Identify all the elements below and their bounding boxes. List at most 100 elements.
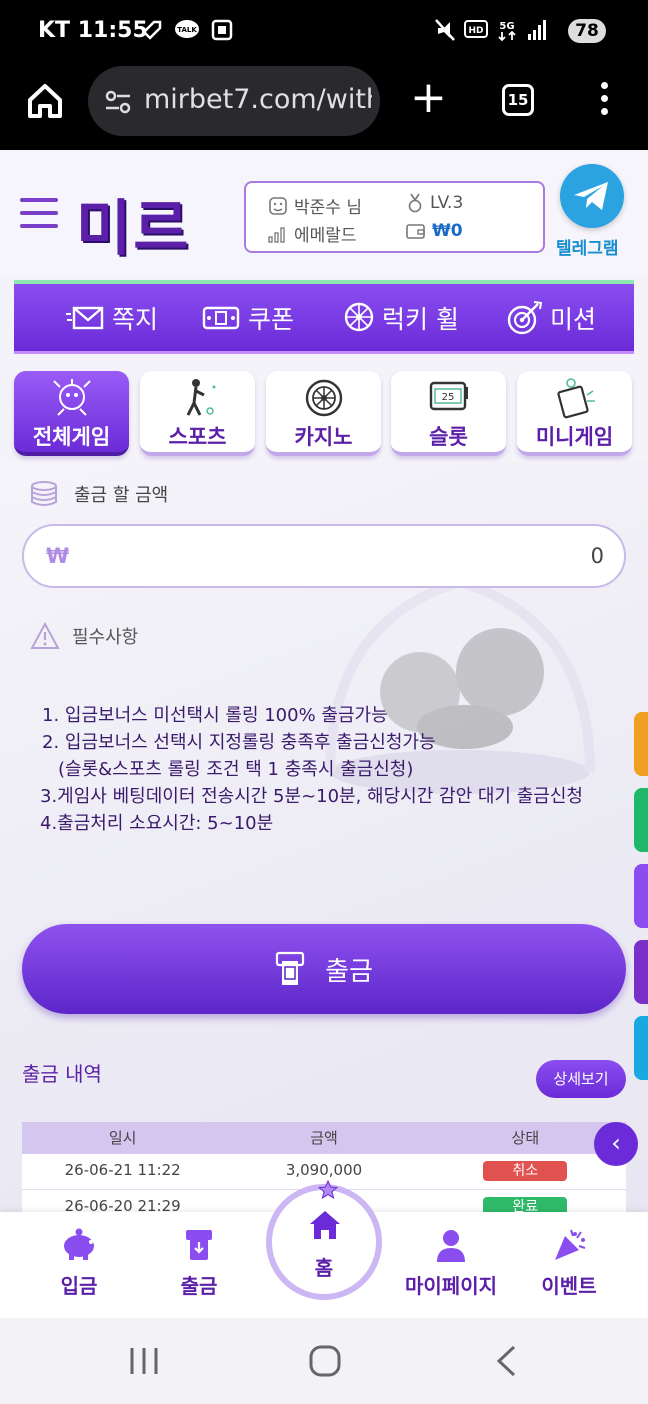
tab-slot[interactable]: 25 슬롯 bbox=[391, 371, 506, 456]
site-logo[interactable]: 미르 bbox=[76, 180, 190, 267]
tab-switcher-button[interactable]: 15 bbox=[502, 84, 534, 116]
side-tab-1[interactable] bbox=[634, 712, 648, 776]
side-tab-4[interactable] bbox=[634, 940, 648, 1004]
telegram-label[interactable]: 텔레그램 bbox=[556, 234, 619, 259]
browser-home-icon[interactable] bbox=[22, 78, 68, 124]
user-tier: 에메랄드 bbox=[294, 226, 357, 246]
nav-label: 입금 bbox=[60, 1274, 98, 1298]
nav-deposit[interactable]: 입금 bbox=[24, 1228, 134, 1299]
note-line: (슬롯&스포츠 롤링 조건 택 1 충족시 출금신청) bbox=[58, 759, 414, 780]
recent-apps-icon[interactable] bbox=[128, 1346, 160, 1376]
withdraw-button[interactable]: 출금 bbox=[22, 924, 626, 1014]
note-line: 4.출금처리 소요시간: 5~10분 bbox=[40, 813, 274, 834]
menu-item-label: 럭키 휠 bbox=[382, 305, 459, 334]
side-tab-2[interactable] bbox=[634, 788, 648, 852]
browser-toolbar: mirbet7.com/with + 15 bbox=[0, 62, 648, 150]
history-title: 출금 내역 bbox=[22, 1062, 102, 1086]
withdraw-button-label: 출금 bbox=[325, 956, 373, 987]
roulette-icon bbox=[305, 379, 342, 417]
clock: 11:55 bbox=[77, 18, 148, 43]
system-navigation-bar bbox=[0, 1318, 648, 1404]
menu-item-message[interactable]: 쪽지 bbox=[66, 300, 158, 336]
new-tab-button[interactable]: + bbox=[410, 76, 447, 120]
note-line: 1. 입금보너스 미선택시 롤링 100% 출금가능 bbox=[42, 705, 388, 726]
hamburger-menu-icon[interactable] bbox=[20, 198, 58, 228]
menu-item-lucky-wheel[interactable]: 럭키 휠 bbox=[342, 300, 459, 336]
requirement-notes: 1. 입금보너스 미선택시 롤링 100% 출금가능 2. 입금보너스 선택시 … bbox=[40, 702, 583, 837]
tab-label: 슬롯 bbox=[429, 425, 468, 449]
tab-label: 전체게임 bbox=[32, 425, 111, 449]
slot-machine-icon: 25 bbox=[429, 381, 468, 411]
browser-menu-icon[interactable] bbox=[592, 82, 616, 122]
tag-icon bbox=[142, 20, 162, 40]
warning-icon bbox=[30, 622, 60, 649]
target-icon bbox=[507, 301, 543, 335]
svg-text:HD: HD bbox=[468, 26, 483, 36]
note-line: 3.게임사 베팅데이터 전송시간 5분~10분, 해당시간 감안 대기 출금신청 bbox=[40, 786, 583, 807]
svg-text:25: 25 bbox=[441, 392, 454, 403]
address-bar[interactable]: mirbet7.com/with bbox=[88, 66, 380, 136]
talk-icon: TALK bbox=[175, 20, 199, 38]
site-settings-icon[interactable] bbox=[104, 88, 132, 116]
required-title-row: 필수사항 bbox=[30, 622, 138, 650]
tab-mini-game[interactable]: 미니게임 bbox=[517, 371, 632, 456]
tab-casino[interactable]: 카지노 bbox=[266, 371, 381, 456]
user-info-panel[interactable]: 박준수 님 LV.3 에메랄드 ₩0 bbox=[244, 181, 545, 253]
tab-sports[interactable]: 스포츠 bbox=[140, 371, 255, 456]
wallet-icon bbox=[406, 224, 425, 239]
carrier-label: KT bbox=[38, 18, 71, 43]
star-icon bbox=[318, 1180, 338, 1200]
signal-icon bbox=[528, 20, 546, 40]
tab-label: 스포츠 bbox=[168, 425, 227, 449]
nav-label: 이벤트 bbox=[541, 1274, 597, 1298]
status-badge: 취소 bbox=[483, 1161, 568, 1181]
nav-label: 마이페이지 bbox=[405, 1274, 497, 1298]
nav-label: 출금 bbox=[180, 1274, 218, 1298]
menu-item-mission[interactable]: 미션 bbox=[506, 300, 596, 336]
coupon-icon bbox=[202, 306, 240, 330]
url-text[interactable]: mirbet7.com/with bbox=[144, 84, 372, 115]
tab-all-games[interactable]: 전체게임 bbox=[14, 371, 129, 456]
nav-home[interactable]: 홈 bbox=[266, 1180, 382, 1300]
back-icon[interactable] bbox=[494, 1344, 518, 1378]
menu-item-label: 미션 bbox=[550, 305, 597, 334]
face-icon bbox=[269, 196, 287, 215]
amount-input[interactable] bbox=[304, 536, 604, 576]
dragon-icon bbox=[52, 379, 91, 416]
site-header: 미르 박준수 님 LV.3 에메랄드 ₩0 텔레그램 bbox=[0, 150, 648, 278]
svg-text:5G: 5G bbox=[499, 21, 514, 32]
amount-input-box[interactable]: ₩ bbox=[22, 524, 626, 588]
view-details-button[interactable]: 상세보기 bbox=[536, 1060, 626, 1098]
telegram-button[interactable] bbox=[560, 164, 624, 228]
tab-label: 카지노 bbox=[294, 425, 353, 449]
user-balance: ₩0 bbox=[432, 221, 463, 241]
row-date: 26-06-21 11:22 bbox=[64, 1161, 181, 1179]
quick-menu-bar: 쪽지 쿠폰 럭키 휠 미션 bbox=[14, 280, 634, 354]
nav-withdraw[interactable]: 출금 bbox=[144, 1228, 254, 1299]
tab-label: 미니게임 bbox=[535, 425, 614, 449]
amount-label-row: 출금 할 금액 bbox=[30, 480, 168, 508]
nav-mypage[interactable]: 마이페이지 bbox=[396, 1228, 506, 1299]
atm-icon bbox=[186, 1230, 212, 1260]
home-system-icon[interactable] bbox=[308, 1344, 342, 1378]
side-tab-5[interactable] bbox=[634, 1016, 648, 1080]
username: 박준수 님 bbox=[294, 198, 362, 218]
menu-item-coupon[interactable]: 쿠폰 bbox=[202, 300, 294, 336]
menu-item-label: 쿠폰 bbox=[248, 305, 295, 334]
5g-icon: 5G bbox=[498, 21, 516, 42]
nav-label: 홈 bbox=[314, 1256, 334, 1280]
atm-icon bbox=[275, 951, 305, 985]
hd-icon: HD bbox=[464, 20, 488, 38]
nav-event[interactable]: 이벤트 bbox=[514, 1228, 624, 1299]
currency-symbol: ₩ bbox=[46, 544, 70, 568]
user-icon bbox=[437, 1230, 465, 1262]
required-title: 필수사항 bbox=[72, 627, 139, 648]
side-tab-3[interactable] bbox=[634, 864, 648, 928]
table-header: 일시 금액 상태 bbox=[22, 1122, 626, 1154]
mail-icon bbox=[66, 306, 104, 330]
status-bar: KT 11:55 TALK HD 5G 78 bbox=[0, 0, 648, 62]
collapse-side-button[interactable]: ‹ bbox=[594, 1122, 638, 1166]
status-time: KT 11:55 bbox=[38, 18, 148, 43]
withdraw-panel: 출금 할 금액 ₩ 필수사항 1. 입금보너스 미선택시 롤링 100% 출금가… bbox=[0, 462, 648, 1212]
home-icon bbox=[310, 1211, 340, 1239]
